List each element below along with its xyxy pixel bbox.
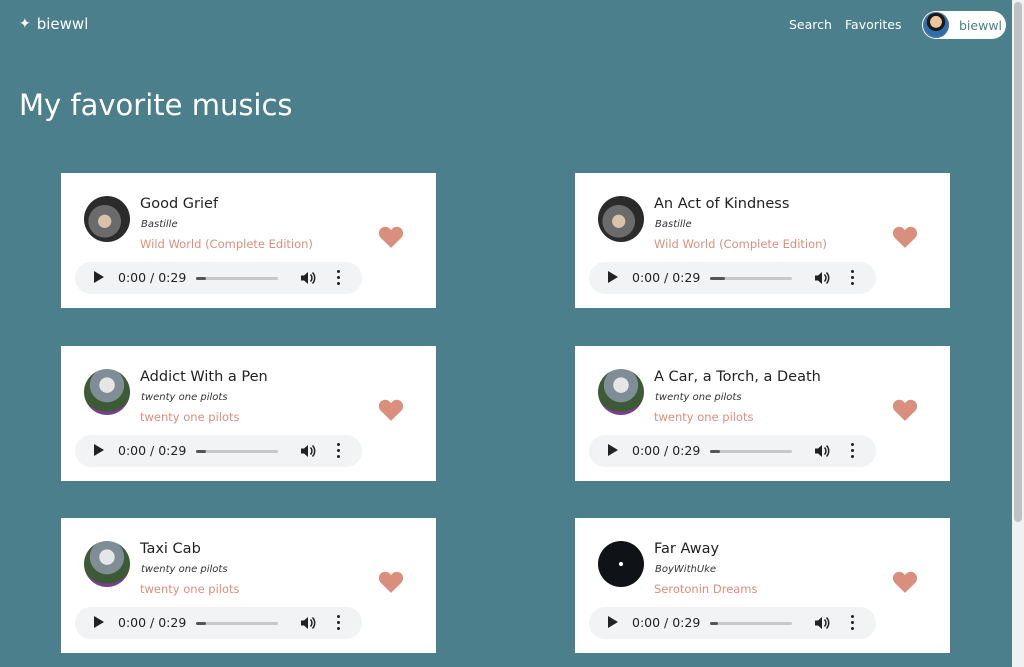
song-title: Addict With a Pen [140,369,268,385]
more-options-icon[interactable] [850,443,854,459]
sparkle-icon: ✦ [19,16,31,32]
song-card: Addict With a Pen twenty one pilots twen… [61,346,436,481]
song-album[interactable]: twenty one pilots [140,582,240,596]
time-display: 0:00 / 0:29 [632,270,701,285]
song-album[interactable]: Wild World (Complete Edition) [654,237,827,251]
seek-slider[interactable] [196,622,278,625]
heart-icon[interactable] [378,570,404,594]
heart-icon[interactable] [892,225,918,249]
avatar [923,12,949,38]
heart-icon[interactable] [378,398,404,422]
scrollbar-thumb[interactable] [1014,2,1022,522]
audio-player: 0:00 / 0:29 [589,262,876,294]
heart-icon[interactable] [892,570,918,594]
more-options-icon[interactable] [336,270,340,286]
album-cover [598,196,644,242]
top-bar: ✦ biewwl Search Favorites biewwl [0,0,1012,50]
audio-player: 0:00 / 0:29 [589,607,876,639]
heart-icon[interactable] [892,398,918,422]
song-title: Taxi Cab [140,541,201,557]
volume-icon[interactable] [814,615,830,631]
play-icon[interactable] [608,616,618,628]
seek-slider[interactable] [196,277,278,280]
song-title: Good Grief [140,196,219,212]
album-cover [598,369,644,415]
time-display: 0:00 / 0:29 [118,615,187,630]
brand-name: biewwl [36,15,89,33]
volume-icon[interactable] [300,270,316,286]
volume-icon[interactable] [300,615,316,631]
play-icon[interactable] [94,444,104,456]
seek-slider[interactable] [710,450,792,453]
play-icon[interactable] [94,271,104,283]
song-artist[interactable]: twenty one pilots [655,392,742,403]
volume-icon[interactable] [814,270,830,286]
time-display: 0:00 / 0:29 [632,615,701,630]
song-artist[interactable]: twenty one pilots [141,564,228,575]
song-album[interactable]: twenty one pilots [140,410,240,424]
more-options-icon[interactable] [850,615,854,631]
username: biewwl [959,17,1003,33]
song-album[interactable]: Serotonin Dreams [654,582,758,596]
nav-favorites-link[interactable]: Favorites [845,17,901,32]
song-artist[interactable]: BoyWithUke [655,564,716,575]
song-artist[interactable]: twenty one pilots [141,392,228,403]
brand-logo[interactable]: ✦ biewwl [19,15,88,33]
heart-icon[interactable] [378,225,404,249]
audio-player: 0:00 / 0:29 [75,607,362,639]
time-display: 0:00 / 0:29 [118,443,187,458]
song-album[interactable]: twenty one pilots [654,410,754,424]
more-options-icon[interactable] [850,270,854,286]
time-display: 0:00 / 0:29 [632,443,701,458]
song-title: A Car, a Torch, a Death [654,369,821,385]
page-title: My favorite musics [19,88,293,122]
song-title: Far Away [654,541,720,557]
volume-icon[interactable] [300,443,316,459]
time-display: 0:00 / 0:29 [118,270,187,285]
song-title: An Act of Kindness [654,196,790,212]
song-album[interactable]: Wild World (Complete Edition) [140,237,313,251]
play-icon[interactable] [608,444,618,456]
song-card: Taxi Cab twenty one pilots twenty one pi… [61,518,436,653]
song-card: A Car, a Torch, a Death twenty one pilot… [575,346,950,481]
more-options-icon[interactable] [336,443,340,459]
song-artist[interactable]: Bastille [141,219,178,230]
audio-player: 0:00 / 0:29 [589,435,876,467]
play-icon[interactable] [94,616,104,628]
album-cover [598,541,644,587]
seek-slider[interactable] [710,622,792,625]
audio-player: 0:00 / 0:29 [75,262,362,294]
nav-search-link[interactable]: Search [789,17,832,32]
seek-slider[interactable] [196,450,278,453]
song-card: Good Grief Bastille Wild World (Complete… [61,173,436,308]
audio-player: 0:00 / 0:29 [75,435,362,467]
album-cover [84,369,130,415]
album-cover [84,196,130,242]
song-artist[interactable]: Bastille [655,219,692,230]
more-options-icon[interactable] [336,615,340,631]
user-profile-button[interactable]: biewwl [922,11,1006,39]
play-icon[interactable] [608,271,618,283]
song-card: Far Away BoyWithUke Serotonin Dreams 0:0… [575,518,950,653]
album-cover [84,541,130,587]
seek-slider[interactable] [710,277,792,280]
song-card: An Act of Kindness Bastille Wild World (… [575,173,950,308]
scrollbar[interactable] [1012,0,1024,667]
volume-icon[interactable] [814,443,830,459]
